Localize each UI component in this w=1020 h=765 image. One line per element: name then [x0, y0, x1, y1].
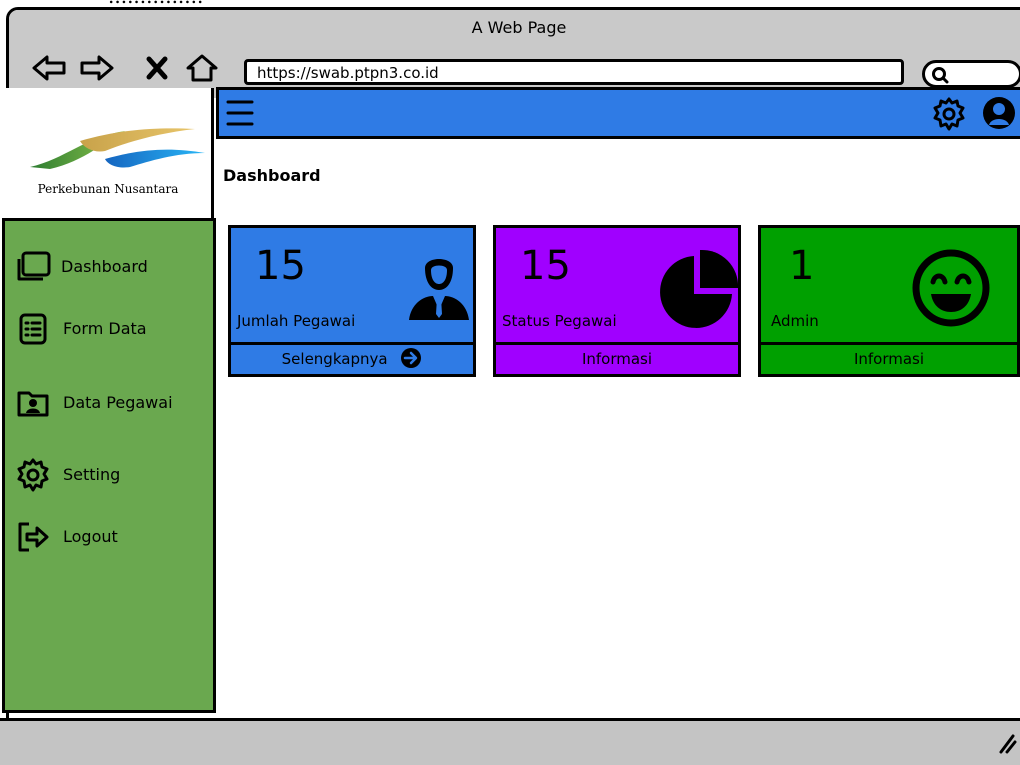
page-title: Dashboard — [223, 166, 321, 185]
card-footer-label: Informasi — [853, 350, 925, 368]
sidebar-item-form-data[interactable]: Form Data — [15, 311, 205, 347]
smiley-icon — [911, 248, 991, 328]
card-footer-link[interactable]: Informasi — [493, 342, 741, 376]
card-caption: Status Pegawai — [502, 312, 617, 330]
company-logo-icon — [30, 128, 205, 169]
window-title: A Web Page — [471, 18, 567, 37]
hamburger-menu-icon[interactable] — [225, 96, 255, 130]
employee-status-card: 15 Status Pegawai Informasi — [493, 225, 741, 377]
search-box[interactable] — [922, 60, 1020, 88]
gear-icon — [15, 457, 51, 493]
forward-arrow-icon[interactable] — [79, 54, 115, 82]
user-folder-icon — [15, 385, 51, 421]
arrow-right-circle-icon — [400, 347, 422, 369]
page: ............... A Web Page — [0, 0, 1020, 765]
sidebar-item-label: Setting — [63, 465, 121, 484]
top-header-bar — [216, 87, 1020, 139]
card-footer-link[interactable]: Selengkapnya — [228, 342, 476, 376]
card-footer-label: Informasi — [581, 350, 653, 368]
sidebar-item-label: Form Data — [63, 319, 147, 338]
url-bar[interactable]: https://swab.ptpn3.co.id — [244, 59, 904, 85]
card-value: 1 — [789, 243, 815, 289]
card-footer-link[interactable]: Informasi — [758, 342, 1020, 376]
admin-card: 1 Admin Informasi — [758, 225, 1020, 377]
list-icon — [15, 311, 51, 347]
sidebar-item-logout[interactable]: Logout — [15, 519, 205, 555]
url-text: https://swab.ptpn3.co.id — [257, 64, 439, 82]
sidebar-item-label: Dashboard — [61, 257, 148, 276]
sidebar-item-label: Data Pegawai — [63, 393, 173, 412]
close-x-icon[interactable] — [145, 54, 169, 82]
card-footer-label: Selengkapnya — [281, 350, 388, 368]
card-caption: Jumlah Pegawai — [237, 312, 356, 330]
gear-icon[interactable] — [931, 96, 967, 132]
employee-icon — [401, 248, 477, 328]
logo-text: Perkebunan Nusantara — [37, 182, 179, 196]
logo-panel: Perkebunan Nusantara — [2, 88, 214, 218]
browser-titlebar: A Web Page https://swab.ptpn3.co.id — [9, 10, 1020, 98]
logout-icon — [15, 519, 51, 555]
card-caption: Admin — [771, 312, 819, 330]
sidebar: Dashboard Form Data Data Pegawai Setting… — [2, 218, 216, 713]
back-arrow-icon[interactable] — [31, 54, 67, 82]
sidebar-item-dashboard[interactable]: Dashboard — [15, 249, 205, 285]
card-value: 15 — [255, 243, 306, 289]
search-icon — [932, 67, 949, 84]
clipped-top-text: ............... — [0, 0, 1020, 6]
home-icon[interactable] — [185, 54, 219, 82]
status-bar — [0, 718, 1020, 765]
sidebar-item-label: Logout — [63, 527, 118, 546]
resize-grip-icon[interactable] — [995, 732, 1017, 754]
sidebar-item-setting[interactable]: Setting — [15, 457, 205, 493]
card-value: 15 — [520, 243, 571, 289]
user-avatar-icon[interactable] — [981, 95, 1017, 131]
employee-count-card: 15 Jumlah Pegawai Selengkapnya — [228, 225, 476, 377]
pie-chart-icon — [656, 248, 740, 332]
window-icon — [15, 249, 51, 285]
sidebar-item-data-pegawai[interactable]: Data Pegawai — [15, 385, 205, 421]
